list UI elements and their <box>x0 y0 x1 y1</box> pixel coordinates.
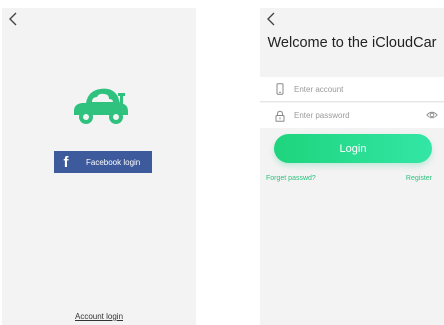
car-logo-icon <box>70 81 132 127</box>
page-title: Welcome to the iCloudCar <box>267 35 437 51</box>
eye-icon[interactable] <box>426 110 438 120</box>
login-button[interactable]: Login <box>274 134 432 163</box>
account-login-screen: Welcome to the iCloudCar Login Forget pa… <box>260 8 444 325</box>
password-input[interactable] <box>294 111 414 120</box>
account-field <box>260 77 444 102</box>
phone-icon <box>276 83 284 95</box>
facebook-login-label: Facebook login <box>86 157 141 167</box>
account-login-link[interactable]: Account login <box>2 312 196 321</box>
facebook-icon: f <box>63 153 69 171</box>
lock-icon <box>275 110 285 122</box>
back-arrow-icon[interactable] <box>8 10 22 26</box>
register-link[interactable]: Register <box>406 175 432 182</box>
facebook-login-screen: f Facebook login Account login <box>2 8 196 325</box>
back-arrow-icon[interactable] <box>266 10 280 26</box>
forget-password-link[interactable]: Forget passwd? <box>266 175 316 182</box>
facebook-login-button[interactable]: f Facebook login <box>54 151 152 173</box>
password-field <box>260 103 444 128</box>
account-input[interactable] <box>294 84 414 94</box>
